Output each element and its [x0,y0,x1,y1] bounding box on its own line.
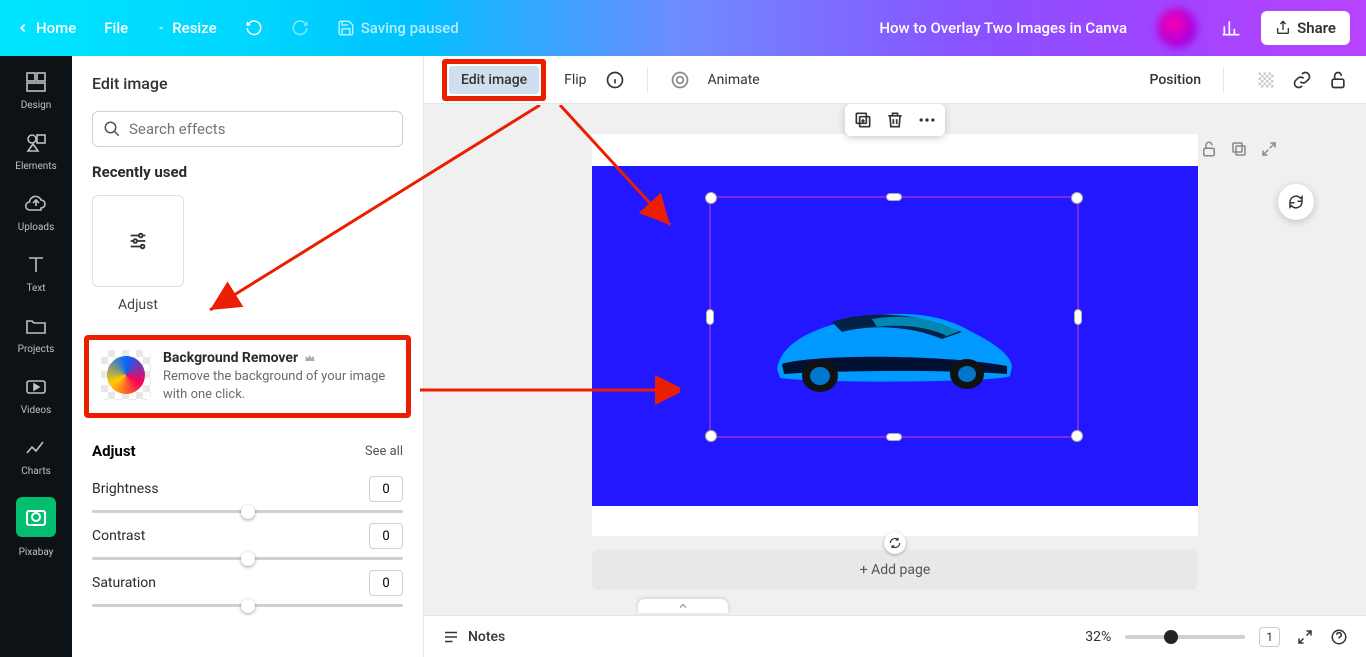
position-button[interactable]: Position [1149,72,1201,88]
link-icon[interactable] [1292,70,1312,90]
page-tools [1200,140,1278,158]
edit-image-button[interactable]: Edit image [449,66,539,94]
background-remover-item[interactable]: Background Remover Remove the background… [84,335,411,418]
search-effects-input[interactable] [92,111,403,147]
rail-charts[interactable]: Charts [0,436,72,477]
saturation-row: Saturation 0 [72,564,423,611]
adjust-card-label: Adjust [92,293,184,327]
recently-used-title: Recently used [72,163,423,181]
bgremover-thumbnail [101,350,151,400]
rail-videos[interactable]: Videos [0,375,72,416]
page-count[interactable]: 1 [1259,627,1280,647]
share-button[interactable]: Share [1261,11,1350,45]
see-all-link[interactable]: See all [365,444,403,459]
sliders-icon [127,230,149,252]
undo-button[interactable] [245,19,263,37]
add-page-button[interactable]: + Add page [592,550,1198,590]
brightness-value[interactable]: 0 [369,476,403,502]
brightness-row: Brightness 0 [72,470,423,517]
more-icon[interactable] [917,110,937,130]
zoom-slider[interactable] [1125,635,1245,639]
contrast-label: Contrast [92,528,145,544]
page-1[interactable] [592,134,1198,536]
selection-box[interactable] [709,196,1079,438]
animate-button[interactable]: Animate [708,72,760,88]
delete-icon[interactable] [885,110,905,130]
page-duplicate-icon[interactable] [1230,140,1248,158]
brightness-slider[interactable] [92,510,403,513]
contrast-row: Contrast 0 [72,517,423,564]
edit-image-highlight: Edit image [442,59,546,101]
duplicate-icon[interactable] [853,110,873,130]
rail-text[interactable]: Text [0,253,72,294]
bgremover-title: Background Remover [163,350,298,366]
crown-icon [304,352,316,364]
resize-label: Resize [172,19,216,37]
file-menu[interactable]: File [104,19,128,37]
resize-menu[interactable]: Resize [156,19,216,37]
transparency-icon[interactable] [1256,70,1276,90]
notes-button[interactable]: Notes [442,628,505,646]
zoom-value[interactable]: 32% [1085,629,1111,645]
rail-projects[interactable]: Projects [0,314,72,355]
share-label: Share [1297,19,1336,37]
adjust-card[interactable] [92,195,184,287]
fullscreen-icon[interactable] [1296,628,1314,646]
search-icon [103,120,121,138]
page-scroll-hint[interactable] [638,599,728,613]
back-home-button[interactable]: Home [16,19,76,37]
flip-button[interactable]: Flip [564,72,586,88]
rail-pixabay[interactable]: Pixabay [0,497,72,558]
help-icon[interactable] [1330,628,1348,646]
panel-header: Edit image [72,56,423,103]
saturation-slider[interactable] [92,604,403,607]
saturation-label: Saturation [92,575,156,591]
file-label: File [104,19,128,37]
search-field[interactable] [129,120,392,138]
save-status: Saving paused [337,19,459,37]
redo-button[interactable] [291,19,309,37]
brightness-label: Brightness [92,481,159,497]
left-rail: Design Elements Uploads Text Projects Vi… [0,56,72,657]
lock-icon[interactable] [1328,70,1348,90]
refresh-button[interactable] [1278,184,1314,220]
analytics-icon[interactable] [1221,18,1241,38]
rail-uploads[interactable]: Uploads [0,192,72,233]
context-toolbar: Edit image Flip Animate Position [424,56,1366,104]
bottom-bar: Notes 32% 1 [424,615,1366,657]
contrast-slider[interactable] [92,557,403,560]
page-lock-icon[interactable] [1200,140,1218,158]
floating-toolbar [845,104,945,136]
contrast-value[interactable]: 0 [369,523,403,549]
canvas-stage[interactable]: + Add page [424,104,1366,615]
top-bar: Home File Resize Saving paused How to Ov… [0,0,1366,56]
adjust-section-title: Adjust [92,442,136,460]
canvas-area: Edit image Flip Animate Position [424,56,1366,657]
rail-design[interactable]: Design [0,70,72,111]
saving-label: Saving paused [361,19,459,37]
bgremover-desc: Remove the background of your image with… [163,368,394,403]
rail-elements[interactable]: Elements [0,131,72,172]
edit-panel: Edit image Recently used Adjust Backgrou… [72,56,424,657]
canva-assistant-button[interactable] [1157,8,1197,48]
info-icon[interactable] [605,70,625,90]
saturation-value[interactable]: 0 [369,570,403,596]
home-label: Home [36,19,76,37]
document-title[interactable]: How to Overlay Two Images in Canva [879,19,1127,37]
animate-icon [670,70,690,90]
page-expand-icon[interactable] [1260,140,1278,158]
sync-button[interactable] [884,532,906,554]
